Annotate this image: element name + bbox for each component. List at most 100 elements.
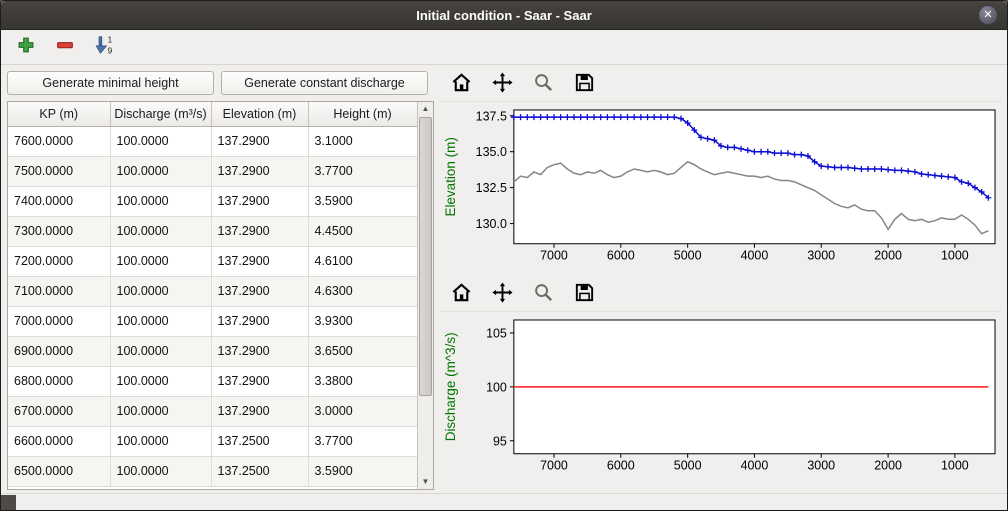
table-cell[interactable]: 7200.0000 — [8, 246, 110, 276]
table-row[interactable]: 6900.0000100.0000137.29003.6500 — [8, 336, 417, 366]
table-cell[interactable]: 3.3800 — [308, 366, 417, 396]
table-cell[interactable]: 137.2900 — [211, 216, 308, 246]
svg-text:2000: 2000 — [874, 249, 902, 263]
column-header[interactable]: Discharge (m³/s) — [110, 102, 211, 126]
table-cell[interactable]: 6700.0000 — [8, 396, 110, 426]
save-icon — [573, 281, 596, 309]
table-cell[interactable]: 4.6100 — [308, 246, 417, 276]
table-cell[interactable]: 100.0000 — [110, 366, 211, 396]
table-cell[interactable]: 137.2500 — [211, 456, 308, 486]
table-cell[interactable]: 137.2500 — [211, 426, 308, 456]
sort-rows-button[interactable]: 1 9 — [91, 34, 117, 60]
table-cell[interactable]: 100.0000 — [110, 156, 211, 186]
table-cell[interactable]: 3.7700 — [308, 426, 417, 456]
table-row[interactable]: 7500.0000100.0000137.29003.7700 — [8, 156, 417, 186]
table-cell[interactable]: 100.0000 — [110, 216, 211, 246]
elevation-chart[interactable]: Elevation (m)130.0132.5135.0137.57000600… — [440, 102, 1001, 278]
table-body: 7600.0000100.0000137.29003.10007500.0000… — [8, 126, 417, 486]
table-row[interactable]: 6800.0000100.0000137.29003.3800 — [8, 366, 417, 396]
table-row[interactable]: 7000.0000100.0000137.29003.9300 — [8, 306, 417, 336]
table-row[interactable]: 7100.0000100.0000137.29004.6300 — [8, 276, 417, 306]
table-cell[interactable]: 6600.0000 — [8, 426, 110, 456]
table-cell[interactable]: 7100.0000 — [8, 276, 110, 306]
pan-button[interactable] — [489, 282, 515, 308]
scrollbar-thumb[interactable] — [419, 117, 432, 396]
table-cell[interactable]: 137.2900 — [211, 306, 308, 336]
table-cell[interactable]: 100.0000 — [110, 246, 211, 276]
table-cell[interactable]: 137.2900 — [211, 366, 308, 396]
table-cell[interactable]: 100.0000 — [110, 126, 211, 156]
table-cell[interactable]: 3.5900 — [308, 186, 417, 216]
table-scrollbar[interactable]: ▲ ▼ — [417, 102, 433, 489]
table-cell[interactable]: 3.6500 — [308, 336, 417, 366]
table-cell[interactable]: 4.4500 — [308, 216, 417, 246]
column-header[interactable]: KP (m) — [8, 102, 110, 126]
svg-text:137.5: 137.5 — [476, 109, 507, 123]
table-row[interactable]: 7400.0000100.0000137.29003.5900 — [8, 186, 417, 216]
svg-text:1000: 1000 — [941, 459, 969, 473]
save-button[interactable] — [571, 282, 597, 308]
pan-button[interactable] — [489, 72, 515, 98]
home-button[interactable] — [448, 282, 474, 308]
scroll-up-icon[interactable]: ▲ — [418, 102, 433, 116]
table-cell[interactable]: 3.1000 — [308, 126, 417, 156]
table-cell[interactable]: 3.9300 — [308, 306, 417, 336]
save-button[interactable] — [571, 72, 597, 98]
table-cell[interactable]: 137.2900 — [211, 246, 308, 276]
table-cell[interactable]: 100.0000 — [110, 306, 211, 336]
svg-text:Elevation (m): Elevation (m) — [443, 137, 458, 216]
table-cell[interactable]: 7400.0000 — [8, 186, 110, 216]
remove-row-button[interactable] — [52, 34, 78, 60]
scroll-down-icon[interactable]: ▼ — [418, 475, 433, 489]
svg-text:5000: 5000 — [674, 459, 702, 473]
table-cell[interactable]: 3.0000 — [308, 396, 417, 426]
table-cell[interactable]: 100.0000 — [110, 396, 211, 426]
table-cell[interactable]: 7000.0000 — [8, 306, 110, 336]
table-cell[interactable]: 6500.0000 — [8, 456, 110, 486]
titlebar[interactable]: Initial condition - Saar - Saar ✕ — [1, 1, 1007, 30]
table-cell[interactable]: 7600.0000 — [8, 126, 110, 156]
table-cell[interactable]: 137.2900 — [211, 186, 308, 216]
table-cell[interactable]: 3.7700 — [308, 156, 417, 186]
table-cell[interactable]: 100.0000 — [110, 336, 211, 366]
svg-text:9: 9 — [108, 46, 113, 55]
generate-minimal-height-button[interactable]: Generate minimal height — [7, 71, 214, 95]
table-row[interactable]: 6700.0000100.0000137.29003.0000 — [8, 396, 417, 426]
svg-text:95: 95 — [493, 434, 507, 448]
table-cell[interactable]: 137.2900 — [211, 396, 308, 426]
table-cell[interactable]: 100.0000 — [110, 186, 211, 216]
svg-text:7000: 7000 — [540, 249, 568, 263]
table-row[interactable]: 7200.0000100.0000137.29004.6100 — [8, 246, 417, 276]
discharge-chart-toolbar — [440, 278, 1001, 312]
table-row[interactable]: 7600.0000100.0000137.29003.1000 — [8, 126, 417, 156]
table-cell[interactable]: 100.0000 — [110, 426, 211, 456]
table-cell[interactable]: 7500.0000 — [8, 156, 110, 186]
table-cell[interactable]: 137.2900 — [211, 336, 308, 366]
column-header[interactable]: Height (m) — [308, 102, 417, 126]
table-cell[interactable]: 6900.0000 — [8, 336, 110, 366]
table-cell[interactable]: 137.2900 — [211, 276, 308, 306]
table-cell[interactable]: 137.2900 — [211, 126, 308, 156]
table-cell[interactable]: 4.6300 — [308, 276, 417, 306]
table-row[interactable]: 6500.0000100.0000137.25003.5900 — [8, 456, 417, 486]
table-cell[interactable]: 100.0000 — [110, 276, 211, 306]
zoom-button[interactable] — [530, 282, 556, 308]
table-cell[interactable]: 6800.0000 — [8, 366, 110, 396]
table-cell[interactable]: 100.0000 — [110, 456, 211, 486]
table-cell[interactable]: 137.2900 — [211, 156, 308, 186]
elevation-chart-toolbar — [440, 68, 1001, 102]
svg-text:4000: 4000 — [741, 459, 769, 473]
zoom-button[interactable] — [530, 72, 556, 98]
table-cell[interactable]: 7300.0000 — [8, 216, 110, 246]
svg-text:Discharge (m^3/s): Discharge (m^3/s) — [443, 332, 458, 441]
home-button[interactable] — [448, 72, 474, 98]
resize-grip[interactable] — [1, 495, 16, 510]
generate-constant-discharge-button[interactable]: Generate constant discharge — [221, 71, 428, 95]
table-row[interactable]: 7300.0000100.0000137.29004.4500 — [8, 216, 417, 246]
discharge-chart[interactable]: Discharge (m^3/s)95100105700060005000400… — [440, 312, 1001, 488]
column-header[interactable]: Elevation (m) — [211, 102, 308, 126]
close-button[interactable]: ✕ — [978, 5, 998, 25]
add-row-button[interactable] — [13, 34, 39, 60]
table-cell[interactable]: 3.5900 — [308, 456, 417, 486]
table-row[interactable]: 6600.0000100.0000137.25003.7700 — [8, 426, 417, 456]
